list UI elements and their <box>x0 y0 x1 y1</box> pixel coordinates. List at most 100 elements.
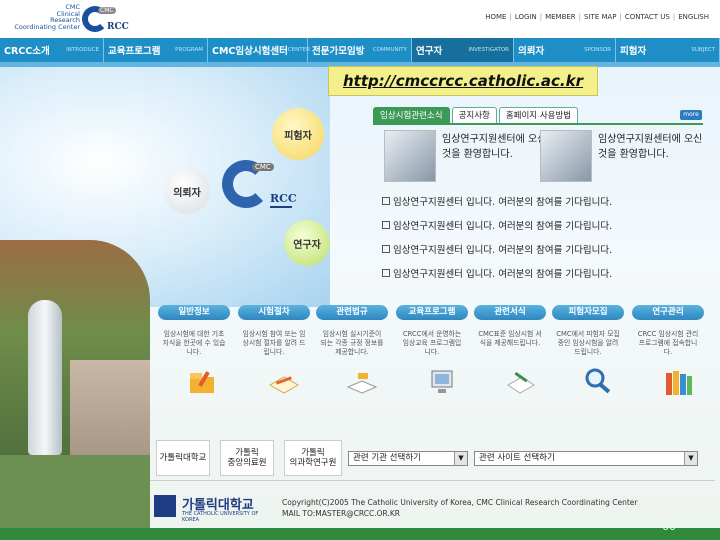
related-site-select[interactable]: 관련 사이트 선택하기 ▼ <box>474 451 698 466</box>
english-link[interactable]: ENGLISH <box>675 13 712 21</box>
card-forms[interactable]: 관련서식 CMC표준 임상시험 서식을 제공해드립니다. <box>474 305 546 405</box>
notice-list: 임상연구지원센터 입니다. 여러분의 참여를 기다립니다. 임상연구지원센터 입… <box>382 193 702 289</box>
card-desc: 임상시험 참여 또는 임상시험 절차를 알려 드립니다. <box>242 330 306 356</box>
top-utility-nav: HOME | LOGIN | MEMBER | SITE MAP | CONTACT U… <box>482 13 712 21</box>
nav-item-investigator[interactable]: 연구자 INVESTIGATOR <box>412 38 514 62</box>
card-desc: CMC표준 임상시험 서식을 제공해드립니다. <box>478 330 542 347</box>
logo-rcc: RCC <box>107 22 129 32</box>
news-text: 임상연구지원센터에 오신것을 환영합니다. <box>442 134 547 160</box>
contact-link[interactable]: CONTACT US <box>622 13 673 21</box>
nav-sub-label: PROGRAM <box>175 47 203 53</box>
bullet-icon <box>382 245 390 253</box>
nav-label: 의뢰자 <box>518 46 545 57</box>
url-banner[interactable]: http://cmccrcc.catholic.ac.kr <box>328 66 598 96</box>
notice-text: 임상연구지원센터 입니다. 여러분의 참여를 기다립니다. <box>393 197 613 208</box>
nav-label: 피험자 <box>620 46 647 57</box>
card-title: 일반정보 <box>158 305 230 320</box>
university-emblem-icon <box>154 495 176 517</box>
tab-how-to-use[interactable]: 홈페이지 사용방법 <box>498 107 579 124</box>
nav-item-subject[interactable]: 피험자 SUBJECT <box>616 38 720 62</box>
tab-notices[interactable]: 공지사항 <box>451 107 497 124</box>
university-sub-name: THE CATHOLIC UNIVERSITY OF KOREA <box>182 511 259 523</box>
card-recruitment[interactable]: 피험자모집 CMC에서 피험자 모집중인 임상시험을 알려드립니다. <box>552 305 624 405</box>
card-procedure[interactable]: 시험절차 임상시험 참여 또는 임상시험 절차를 알려 드립니다. <box>238 305 310 405</box>
bullet-icon <box>382 269 390 277</box>
tab-underline <box>373 123 703 125</box>
copyright-line: Copyright(C)2005 The Catholic University… <box>282 498 638 507</box>
sponsor-bubble[interactable]: 의뢰자 <box>164 168 210 214</box>
bullet-icon <box>382 221 390 229</box>
member-link[interactable]: MEMBER <box>542 13 579 21</box>
notebook-pen-icon <box>268 376 300 394</box>
news-text: 임상연구지원센터에 오신것을 환영합니다. <box>598 134 703 160</box>
main-nav: CRCC소개 INTRODUCE 교육프로그램 PROGRAM CMC임상시험센… <box>0 38 720 62</box>
list-item[interactable]: 임상연구지원센터 입니다. 여러분의 참여를 기다립니다. <box>382 217 702 233</box>
link-catholic-research-institute[interactable]: 가톨릭 의과학연구원 <box>284 440 342 476</box>
nav-sub-label: COMMUNITY <box>372 47 407 53</box>
select-value: 관련 사이트 선택하기 <box>479 453 555 463</box>
footer-divider <box>150 480 715 481</box>
nav-item-program[interactable]: 교육프로그램 PROGRAM <box>104 38 208 62</box>
mail-line[interactable]: MAIL TO:MASTER@CRCC.OR.KR <box>282 508 637 519</box>
more-button[interactable]: more <box>680 110 702 120</box>
card-education[interactable]: 교육프로그램 CRCC에서 운영하는 임상교육 프로그램입니다. <box>396 305 468 405</box>
link-catholic-university[interactable]: 가톨릭대학교 <box>156 440 210 476</box>
statue-photo <box>28 300 62 455</box>
card-research-management[interactable]: 연구관리 CRCC 임상시험 관리 프로그램에 접속합니다. <box>632 305 704 405</box>
nav-item-center[interactable]: CMC임상시험센터 CENTER <box>208 38 310 62</box>
center-rcc-underline <box>270 206 292 208</box>
related-institution-select[interactable]: 관련 기관 선택하기 ▼ <box>348 451 468 466</box>
campus-ground-photo <box>0 455 150 528</box>
nav-label: CRCC소개 <box>4 46 50 57</box>
notice-text: 임상연구지원센터 입니다. 여러분의 참여를 기다립니다. <box>393 269 613 280</box>
news-tabs: 임상시험관련소식 공지사항 홈페이지 사용방법 <box>373 107 579 124</box>
nav-label: 연구자 <box>416 46 443 57</box>
open-book-icon <box>346 373 378 394</box>
university-logo[interactable]: 가톨릭대학교 THE CATHOLIC UNIVERSITY OF KOREA <box>154 493 264 523</box>
nav-label: CMC임상시험센터 <box>212 46 288 57</box>
news-thumbnail <box>540 130 592 182</box>
card-general-info[interactable]: 일반정보 임상시험에 대한 기초 지식을 한곳에 수 있습니다. <box>158 305 230 405</box>
center-rcc: RCC <box>270 192 297 205</box>
page-number: 60 <box>662 520 676 533</box>
tab-clinical-news[interactable]: 임상시험관련소식 <box>373 107 450 124</box>
center-cmc-badge: CMC <box>252 163 274 171</box>
nav-item-introduce[interactable]: CRCC소개 INTRODUCE <box>0 38 104 62</box>
card-desc: 임상시험에 대한 기초 지식을 한곳에 수 있습니다. <box>162 330 226 356</box>
list-item[interactable]: 임상연구지원센터 입니다. 여러분의 참여를 기다립니다. <box>382 265 702 281</box>
nav-item-sponsor[interactable]: 의뢰자 SPONSOR <box>514 38 616 62</box>
list-item[interactable]: 임상연구지원센터 입니다. 여러분의 참여를 기다립니다. <box>382 241 702 257</box>
investigator-bubble[interactable]: 연구자 <box>284 220 330 266</box>
card-desc: 임상시험 실시기준이 되는 각종 규정 정보를 제공합니다. <box>320 330 384 356</box>
logo-cmc-badge: CMC <box>98 7 116 14</box>
subject-bubble[interactable]: 피험자 <box>272 108 324 160</box>
books-icon <box>666 371 692 395</box>
home-link[interactable]: HOME <box>482 13 509 21</box>
monitor-icon <box>431 370 453 393</box>
list-item[interactable]: 임상연구지원센터 입니다. 여러분의 참여를 기다립니다. <box>382 193 702 209</box>
center-logo: CMC RCC <box>222 160 302 212</box>
notice-text: 임상연구지원센터 입니다. 여러분의 참여를 기다립니다. <box>393 245 613 256</box>
news-thumbnail <box>384 130 436 182</box>
card-title: 피험자모집 <box>552 305 624 320</box>
nav-sub-label: INVESTIGATOR <box>468 47 509 53</box>
site-logo[interactable]: CMC Clinical Research Coordinating Cente… <box>10 4 130 36</box>
link-catholic-medical-center[interactable]: 가톨릭 중앙의료원 <box>220 440 274 476</box>
sitemap-link[interactable]: SITE MAP <box>581 13 619 21</box>
select-value: 관련 기관 선택하기 <box>353 453 421 463</box>
nav-item-community[interactable]: 전문가모임방 COMMUNITY <box>308 38 412 62</box>
folder-icon <box>190 371 214 393</box>
card-desc: CRCC 임상시험 관리 프로그램에 접속합니다. <box>637 330 699 356</box>
slide-frame: CMC Clinical Research Coordinating Cente… <box>0 0 720 540</box>
nav-sub-label: SPONSOR <box>584 47 611 53</box>
login-link[interactable]: LOGIN <box>512 13 540 21</box>
chevron-down-icon: ▼ <box>454 452 467 465</box>
chevron-down-icon: ▼ <box>684 452 697 465</box>
bullet-icon <box>382 197 390 205</box>
notice-text: 임상연구지원센터 입니다. 여러분의 참여를 기다립니다. <box>393 221 613 232</box>
nav-sub-label: SUBJECT <box>691 47 715 53</box>
document-pen-icon <box>507 371 535 394</box>
card-regulations[interactable]: 관련법규 임상시험 실시기준이 되는 각종 규정 정보를 제공합니다. <box>316 305 388 405</box>
nav-sub-label: CENTER <box>287 47 310 53</box>
card-title: 관련서식 <box>474 305 546 320</box>
